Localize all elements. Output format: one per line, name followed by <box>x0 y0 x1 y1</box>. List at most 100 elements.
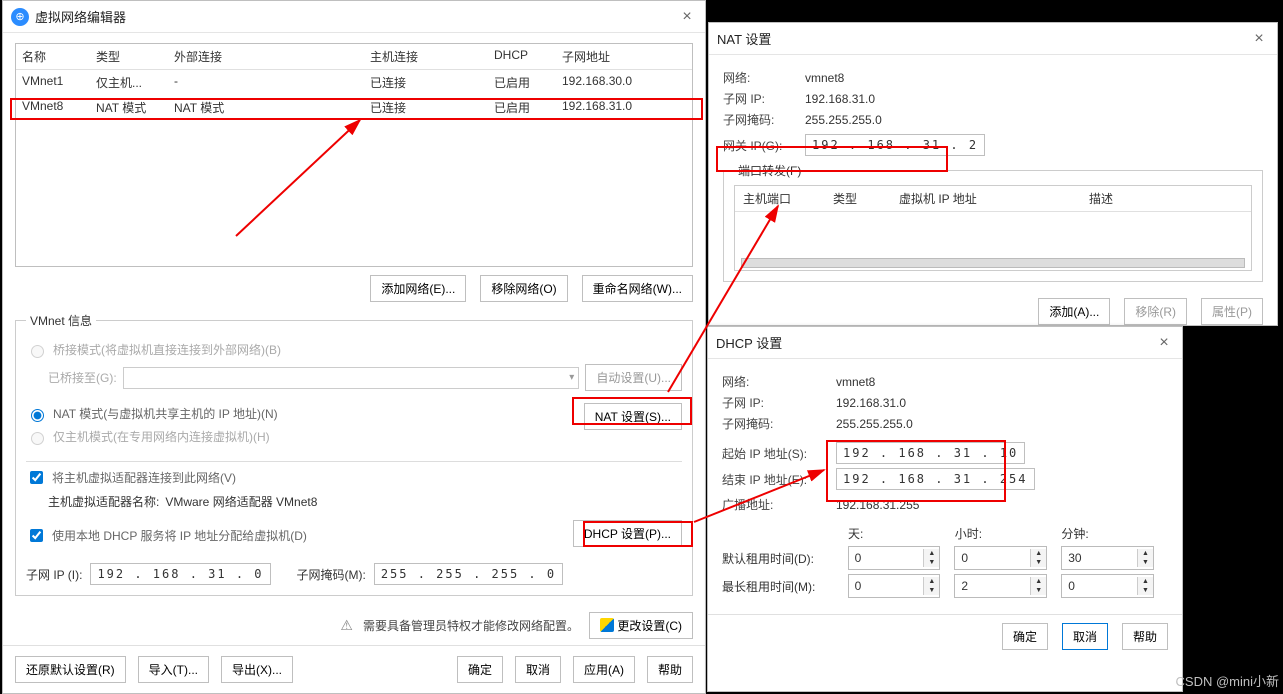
remove-network-button[interactable]: 移除网络(O) <box>480 275 567 302</box>
end-ip-label: 结束 IP 地址(E): <box>722 471 832 488</box>
bridge-radio-row: 桥接模式(将虚拟机直接连接到外部网络)(B) <box>26 341 682 358</box>
dhcp-net-value: vmnet8 <box>836 375 875 389</box>
spin-up-icon[interactable]: ▲ <box>1138 577 1153 586</box>
subnet-ip-field[interactable]: 192 . 168 . 31 . 0 <box>90 563 270 585</box>
app-icon: ⊕ <box>11 8 29 26</box>
import-button[interactable]: 导入(T)... <box>138 656 209 683</box>
table-header: 名称 类型 外部连接 主机连接 DHCP 子网地址 <box>16 44 692 70</box>
nat-mask-value: 255.255.255.0 <box>805 113 882 127</box>
help-button[interactable]: 帮助 <box>647 656 693 683</box>
subnet-ip-label: 子网 IP (I): <box>26 566 82 583</box>
spin-up-icon[interactable]: ▲ <box>1031 549 1046 558</box>
lease-hours-header: 小时: <box>955 525 1062 542</box>
nat-network-label: 网络: <box>723 69 801 86</box>
spin-down-icon[interactable]: ▼ <box>1031 586 1046 595</box>
close-icon[interactable]: × <box>1154 333 1174 353</box>
pf-col-type[interactable]: 类型 <box>825 186 891 211</box>
end-ip-field[interactable]: 192 . 168 . 31 . 254 <box>836 468 1035 490</box>
col-subnet[interactable]: 子网地址 <box>556 44 692 69</box>
pf-col-vmip[interactable]: 虚拟机 IP 地址 <box>891 186 1081 211</box>
warning-icon: ⚠ <box>340 617 353 634</box>
table-row[interactable]: VMnet8 NAT 模式 NAT 模式 已连接 已启用 192.168.31.… <box>16 95 692 120</box>
gateway-field[interactable]: 192 . 168 . 31 . 2 <box>805 134 985 156</box>
col-name[interactable]: 名称 <box>16 44 90 69</box>
scrollbar[interactable] <box>741 258 1245 268</box>
change-settings-button[interactable]: 更改设置(C) <box>589 612 693 639</box>
host-adapter-name-label: 主机虚拟适配器名称: <box>48 493 159 510</box>
dhcp-mask-value: 255.255.255.0 <box>836 417 913 431</box>
nat-network-value: vmnet8 <box>805 71 844 85</box>
spin-down-icon[interactable]: ▼ <box>924 558 939 567</box>
start-ip-field[interactable]: 192 . 168 . 31 . 10 <box>836 442 1025 464</box>
rename-network-button[interactable]: 重命名网络(W)... <box>582 275 693 302</box>
port-forward-table: 主机端口 类型 虚拟机 IP 地址 描述 <box>734 185 1252 271</box>
ok-button[interactable]: 确定 <box>457 656 503 683</box>
dhcp-ok-button[interactable]: 确定 <box>1002 623 1048 650</box>
col-type[interactable]: 类型 <box>90 44 168 69</box>
dhcp-net-label: 网络: <box>722 373 832 390</box>
default-lease-mins-spin[interactable]: 30▲▼ <box>1061 546 1154 570</box>
port-forward-fieldset: 端口转发(F) 主机端口 类型 虚拟机 IP 地址 描述 <box>723 162 1263 282</box>
start-ip-label: 起始 IP 地址(S): <box>722 445 832 462</box>
col-host[interactable]: 主机连接 <box>364 44 488 69</box>
auto-set-button: 自动设置(U)... <box>585 364 682 391</box>
host-adapter-name-value: VMware 网络适配器 VMnet8 <box>165 493 317 510</box>
dhcp-mask-label: 子网掩码: <box>722 415 832 432</box>
bridge-to-label: 已桥接至(G): <box>48 369 117 386</box>
export-button[interactable]: 导出(X)... <box>221 656 293 683</box>
max-lease-label: 最长租用时间(M): <box>722 578 848 595</box>
admin-note: 需要具备管理员特权才能修改网络配置。 <box>363 617 579 634</box>
subnet-mask-field[interactable]: 255 . 255 . 255 . 0 <box>374 563 563 585</box>
default-lease-hours-spin[interactable]: 0▲▼ <box>954 546 1047 570</box>
vmnet-info-fieldset: VMnet 信息 桥接模式(将虚拟机直接连接到外部网络)(B) 已桥接至(G):… <box>15 312 693 596</box>
dhcp-settings-button[interactable]: DHCP 设置(P)... <box>573 520 682 547</box>
max-lease-mins-spin[interactable]: 0▲▼ <box>1061 574 1154 598</box>
close-icon[interactable]: × <box>1249 29 1269 49</box>
pf-col-desc[interactable]: 描述 <box>1081 186 1251 211</box>
gateway-label: 网关 IP(G): <box>723 137 801 154</box>
apply-button[interactable]: 应用(A) <box>573 656 635 683</box>
dhcp-label: 使用本地 DHCP 服务将 IP 地址分配给虚拟机(D) <box>52 527 307 544</box>
col-dhcp[interactable]: DHCP <box>488 44 556 69</box>
spin-up-icon[interactable]: ▲ <box>1031 577 1046 586</box>
bcast-value: 192.168.31.255 <box>836 498 919 512</box>
nat-radio-row[interactable]: NAT 模式(与虚拟机共享主机的 IP 地址)(N) <box>26 405 576 422</box>
spin-down-icon[interactable]: ▼ <box>1138 558 1153 567</box>
spin-down-icon[interactable]: ▼ <box>1031 558 1046 567</box>
close-icon[interactable]: × <box>677 7 697 27</box>
dhcp-subnet-value: 192.168.31.0 <box>836 396 906 410</box>
spin-up-icon[interactable]: ▲ <box>924 549 939 558</box>
add-network-button[interactable]: 添加网络(E)... <box>370 275 466 302</box>
virtual-network-editor-dialog: ⊕ 虚拟网络编辑器 × 名称 类型 外部连接 主机连接 DHCP 子网地址 VM… <box>2 0 706 694</box>
spin-up-icon[interactable]: ▲ <box>924 577 939 586</box>
vne-titlebar: ⊕ 虚拟网络编辑器 × <box>3 1 705 33</box>
restore-defaults-button[interactable]: 还原默认设置(R) <box>15 656 126 683</box>
dhcp-cancel-button[interactable]: 取消 <box>1062 623 1108 650</box>
dhcp-help-button[interactable]: 帮助 <box>1122 623 1168 650</box>
pf-remove-button: 移除(R) <box>1124 298 1187 325</box>
table-row[interactable]: VMnet1 仅主机... - 已连接 已启用 192.168.30.0 <box>16 70 692 95</box>
bridge-select: ▾ <box>123 367 580 389</box>
dhcp-settings-dialog: DHCP 设置 × 网络:vmnet8 子网 IP:192.168.31.0 子… <box>707 326 1183 692</box>
dhcp-checkbox[interactable] <box>30 529 43 542</box>
chevron-down-icon: ▾ <box>569 372 574 383</box>
spin-up-icon[interactable]: ▲ <box>1138 549 1153 558</box>
pf-add-button[interactable]: 添加(A)... <box>1038 298 1110 325</box>
pf-col-host[interactable]: 主机端口 <box>735 186 825 211</box>
lease-mins-header: 分钟: <box>1061 525 1168 542</box>
lease-days-header: 天: <box>848 525 955 542</box>
nat-subnet-label: 子网 IP: <box>723 90 801 107</box>
max-lease-days-spin[interactable]: 0▲▼ <box>848 574 941 598</box>
spin-down-icon[interactable]: ▼ <box>1138 586 1153 595</box>
dhcp-title: DHCP 设置 <box>716 333 1154 352</box>
default-lease-days-spin[interactable]: 0▲▼ <box>848 546 941 570</box>
max-lease-hours-spin[interactable]: 2▲▼ <box>954 574 1047 598</box>
host-adapter-checkbox[interactable] <box>30 471 43 484</box>
cancel-button[interactable]: 取消 <box>515 656 561 683</box>
spin-down-icon[interactable]: ▼ <box>924 586 939 595</box>
nat-radio[interactable] <box>31 409 44 422</box>
nat-settings-dialog: NAT 设置 × 网络:vmnet8 子网 IP:192.168.31.0 子网… <box>708 22 1278 326</box>
col-ext[interactable]: 外部连接 <box>168 44 364 69</box>
port-forward-legend: 端口转发(F) <box>734 162 805 179</box>
nat-settings-button[interactable]: NAT 设置(S)... <box>584 403 682 430</box>
